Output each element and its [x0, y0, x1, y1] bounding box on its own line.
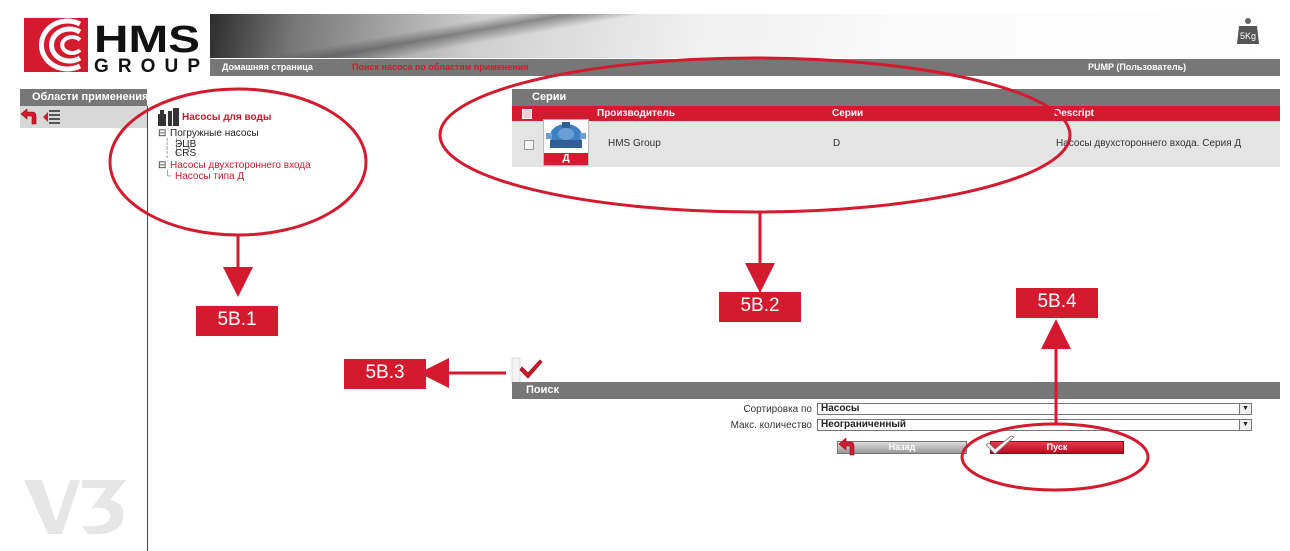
annotation-ellipse-series	[438, 56, 1072, 214]
annotation-overlay	[108, 56, 1150, 492]
annotation-label-5b4: 5B.4	[1016, 288, 1098, 318]
annotation-ellipse-go	[960, 422, 1150, 492]
annotation-label-5b1: 5B.1	[196, 306, 278, 336]
annotation-label-5b3: 5B.3	[344, 359, 426, 389]
annotation-label-5b2: 5B.2	[719, 292, 801, 322]
annotation-ellipse-tree	[108, 87, 368, 237]
